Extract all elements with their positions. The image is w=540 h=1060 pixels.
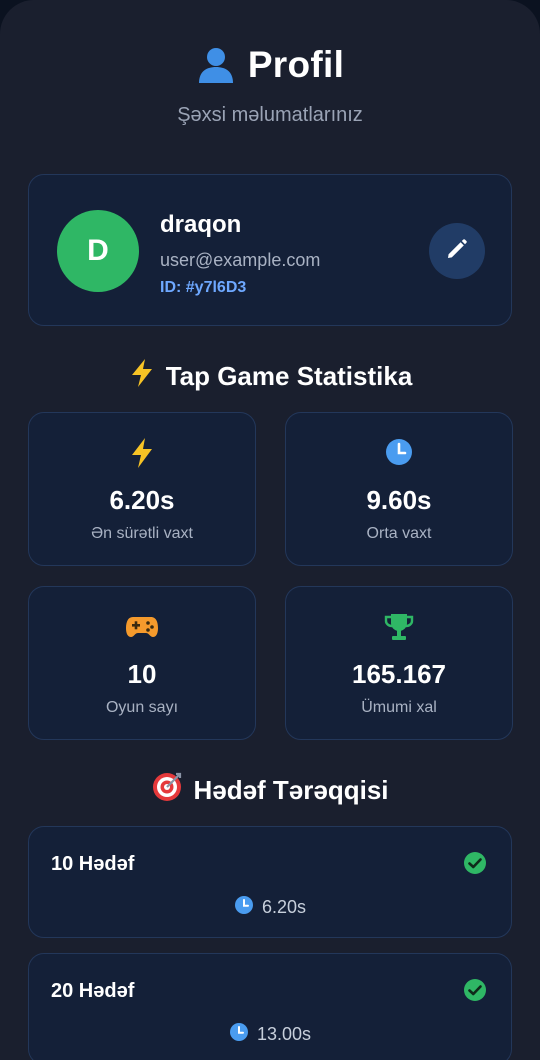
- user-email: user@example.com: [160, 250, 321, 270]
- goal-time-value: 6.20s: [261, 897, 307, 917]
- goal-time: 6.20s: [29, 895, 511, 920]
- clock-icon: [229, 1022, 249, 1047]
- goal-title: 10 Hədəf: [51, 853, 135, 875]
- stat-card-average: 9.60s Orta vaxt: [285, 412, 513, 566]
- goals-section-title: Hədəf Tərəqqisi: [0, 771, 540, 810]
- profile-card: D draqon user@example.com ID: #y7l6D3: [28, 174, 512, 326]
- target-icon: [151, 771, 183, 810]
- stat-label: Orta vaxt: [366, 525, 432, 542]
- stats-section-title: Tap Game Statistika: [0, 358, 540, 395]
- check-circle-icon: [463, 851, 487, 880]
- trophy-icon: [286, 611, 512, 643]
- page-title: Profil: [247, 44, 345, 85]
- stat-value: 9.60s: [366, 485, 432, 515]
- stat-label: Ümumi xal: [361, 699, 437, 716]
- edit-profile-button[interactable]: [429, 223, 485, 279]
- goal-time: 13.00s: [29, 1022, 511, 1047]
- stats-section-label: Tap Game Statistika: [165, 361, 413, 391]
- clock-icon: [234, 895, 254, 920]
- goal-title: 20 Hədəf: [51, 980, 135, 1002]
- stat-value: 165.167: [352, 659, 446, 689]
- stat-card-total-score: 165.167 Ümumi xal: [285, 586, 513, 740]
- user-name: draqon: [160, 211, 242, 238]
- check-circle-icon: [463, 978, 487, 1007]
- stat-card-fastest: 6.20s Ən sürətli vaxt: [28, 412, 256, 566]
- lightning-icon: [128, 358, 156, 395]
- gamepad-icon: [29, 611, 255, 643]
- stat-value: 10: [127, 659, 157, 689]
- user-icon: [196, 45, 236, 85]
- stat-label: Oyun sayı: [105, 699, 179, 716]
- goals-section-label: Hədəf Tərəqqisi: [193, 775, 389, 805]
- clock-icon: [286, 437, 512, 469]
- stat-card-games: 10 Oyun sayı: [28, 586, 256, 740]
- stat-value: 6.20s: [109, 485, 175, 515]
- pencil-icon: [445, 237, 469, 266]
- avatar: D: [57, 210, 139, 292]
- avatar-letter: D: [87, 234, 109, 267]
- page-subtitle: Şəxsi məlumatlarınız: [177, 104, 363, 126]
- stat-label: Ən sürətli vaxt: [91, 525, 193, 542]
- goal-card-10: 10 Hədəf 6.20s: [28, 826, 512, 938]
- page-header: Profil Şəxsi məlumatlarınız: [0, 0, 540, 127]
- goal-card-20: 20 Hədəf 13.00s: [28, 953, 512, 1060]
- user-id: ID: #y7l6D3: [160, 279, 247, 296]
- lightning-icon: [29, 437, 255, 469]
- title-row: Profil: [0, 44, 540, 86]
- goal-time-value: 13.00s: [256, 1024, 312, 1044]
- profile-screen: Profil Şəxsi məlumatlarınız D draqon use…: [0, 0, 540, 1060]
